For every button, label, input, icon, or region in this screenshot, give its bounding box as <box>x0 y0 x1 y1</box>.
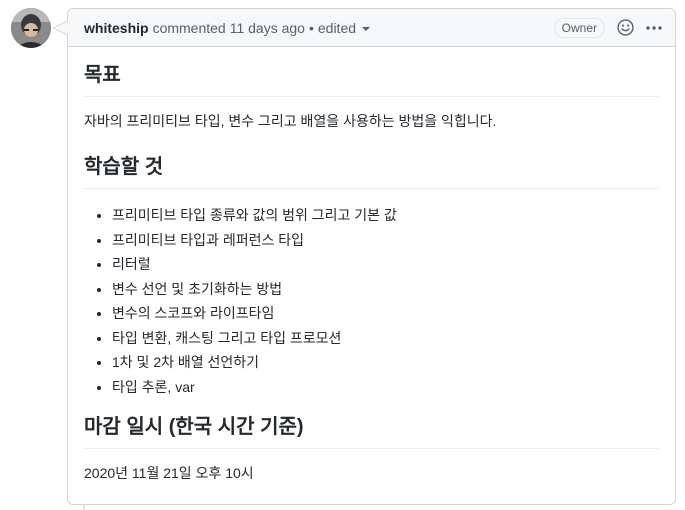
separator-dot: • <box>308 19 314 36</box>
list-item: 변수 선언 및 초기화하는 방법 <box>112 277 659 302</box>
kebab-horizontal-icon <box>646 25 662 30</box>
deadline-text: 2020년 11월 21일 오후 10시 <box>84 465 254 481</box>
add-reaction-button[interactable] <box>615 18 635 38</box>
comment-action: commented <box>152 19 226 36</box>
comment-body: 목표 자바의 프리미티브 타입, 변수 그리고 배열을 사용하는 방법을 익힙니… <box>68 47 675 483</box>
list-item: 변수의 스코프와 라이프타임 <box>112 301 659 326</box>
edited-label: edited <box>317 19 357 36</box>
list-item: 리터럴 <box>112 252 659 277</box>
comment-header: whiteship commented 11 days ago • edited… <box>68 9 675 47</box>
timeline-connector <box>83 505 85 510</box>
edited-dropdown[interactable]: edited <box>317 19 371 36</box>
smiley-icon <box>616 19 634 36</box>
deadline-heading: 마감 일시 (한국 시간 기준) <box>84 413 659 449</box>
owner-badge: Owner <box>553 17 605 38</box>
author-link[interactable]: whiteship <box>84 20 149 36</box>
more-options-button[interactable] <box>643 18 665 38</box>
goal-text: 자바의 프리미티브 타입, 변수 그리고 배열을 사용하는 방법을 익힙니다. <box>84 113 497 129</box>
list-item: 프리미티브 타입과 레퍼런스 타입 <box>112 228 659 253</box>
avatar-image <box>11 8 51 48</box>
comment-timestamp-link[interactable]: 11 days ago <box>230 20 305 36</box>
study-heading: 학습할 것 <box>84 153 659 189</box>
list-item: 타입 추론, var <box>112 375 659 400</box>
study-list: 프리미티브 타입 종류와 값의 범위 그리고 기본 값 프리미티브 타입과 레퍼… <box>84 203 659 399</box>
list-item: 프리미티브 타입 종류와 값의 범위 그리고 기본 값 <box>112 203 659 228</box>
goal-heading: 목표 <box>84 61 659 97</box>
list-item: 타입 변환, 캐스팅 그리고 타입 프로모션 <box>112 326 659 351</box>
list-item: 1차 및 2차 배열 선언하기 <box>112 350 659 375</box>
comment-box: whiteship commented 11 days ago • edited… <box>52 8 676 505</box>
avatar[interactable] <box>11 8 51 48</box>
triangle-down-icon <box>362 26 371 31</box>
